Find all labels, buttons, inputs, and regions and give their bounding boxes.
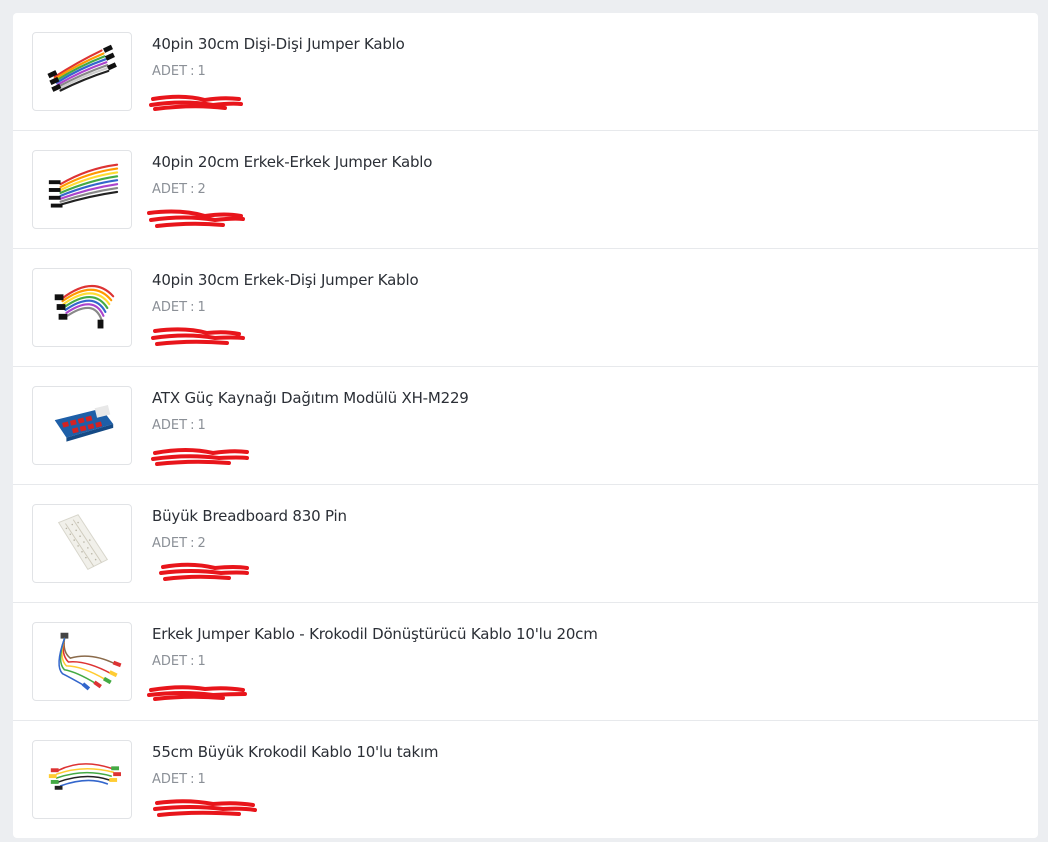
quantity-label: ADET <box>152 300 188 315</box>
quantity-separator: : <box>190 182 195 197</box>
cart-item: 55cm Büyük Krokodil Kablo 10'lu takım AD… <box>13 721 1038 838</box>
quantity-label: ADET <box>152 64 188 79</box>
price-redacted <box>143 321 258 351</box>
quantity-label: ADET <box>152 654 188 669</box>
crocodile-cable-set-icon[interactable] <box>32 740 132 819</box>
quantity-label: ADET <box>152 418 188 433</box>
price-redacted <box>143 557 258 587</box>
cart-item: ATX Güç Kaynağı Dağıtım Modülü XH-M229 A… <box>13 367 1038 485</box>
cart-item: 40pin 30cm Dişi-Dişi Jumper Kablo ADET:1 <box>13 13 1038 131</box>
quantity-text: ADET:2 <box>152 536 206 551</box>
cart-item: Erkek Jumper Kablo - Krokodil Dönüştürüc… <box>13 603 1038 721</box>
cart-item: 40pin 20cm Erkek-Erkek Jumper Kablo ADET… <box>13 131 1038 249</box>
product-name[interactable]: 40pin 20cm Erkek-Erkek Jumper Kablo <box>152 153 432 171</box>
price-redacted <box>143 203 258 233</box>
quantity-separator: : <box>190 772 195 787</box>
cart-item: Büyük Breadboard 830 Pin ADET:2 <box>13 485 1038 603</box>
quantity-value: 1 <box>197 772 206 787</box>
product-name[interactable]: 55cm Büyük Krokodil Kablo 10'lu takım <box>152 743 439 761</box>
quantity-value: 1 <box>197 300 206 315</box>
price-redacted <box>143 793 258 823</box>
product-name[interactable]: Erkek Jumper Kablo - Krokodil Dönüştürüc… <box>152 625 598 643</box>
quantity-value: 2 <box>197 182 206 197</box>
product-name[interactable]: 40pin 30cm Dişi-Dişi Jumper Kablo <box>152 35 405 53</box>
cart-items-panel: 40pin 30cm Dişi-Dişi Jumper Kablo ADET:1 <box>13 13 1038 838</box>
quantity-label: ADET <box>152 182 188 197</box>
quantity-separator: : <box>190 64 195 79</box>
price-redacted <box>143 439 258 469</box>
quantity-value: 2 <box>197 536 206 551</box>
quantity-separator: : <box>190 654 195 669</box>
quantity-text: ADET:2 <box>152 182 206 197</box>
price-redacted <box>143 85 258 115</box>
breadboard-icon[interactable] <box>32 504 132 583</box>
quantity-separator: : <box>190 418 195 433</box>
product-name[interactable]: 40pin 30cm Erkek-Dişi Jumper Kablo <box>152 271 419 289</box>
quantity-text: ADET:1 <box>152 300 206 315</box>
quantity-text: ADET:1 <box>152 772 206 787</box>
jumper-wires-female-female-icon[interactable] <box>32 32 132 111</box>
quantity-text: ADET:1 <box>152 418 206 433</box>
quantity-value: 1 <box>197 418 206 433</box>
jumper-wires-male-female-icon[interactable] <box>32 268 132 347</box>
quantity-text: ADET:1 <box>152 654 206 669</box>
quantity-label: ADET <box>152 772 188 787</box>
jumper-wires-male-male-icon[interactable] <box>32 150 132 229</box>
quantity-value: 1 <box>197 654 206 669</box>
atx-power-module-icon[interactable] <box>32 386 132 465</box>
cart-item: 40pin 30cm Erkek-Dişi Jumper Kablo ADET:… <box>13 249 1038 367</box>
crocodile-adapter-cable-icon[interactable] <box>32 622 132 701</box>
product-name[interactable]: ATX Güç Kaynağı Dağıtım Modülü XH-M229 <box>152 389 469 407</box>
quantity-separator: : <box>190 536 195 551</box>
quantity-value: 1 <box>197 64 206 79</box>
price-redacted <box>143 675 258 705</box>
quantity-separator: : <box>190 300 195 315</box>
quantity-label: ADET <box>152 536 188 551</box>
product-name[interactable]: Büyük Breadboard 830 Pin <box>152 507 347 525</box>
quantity-text: ADET:1 <box>152 64 206 79</box>
